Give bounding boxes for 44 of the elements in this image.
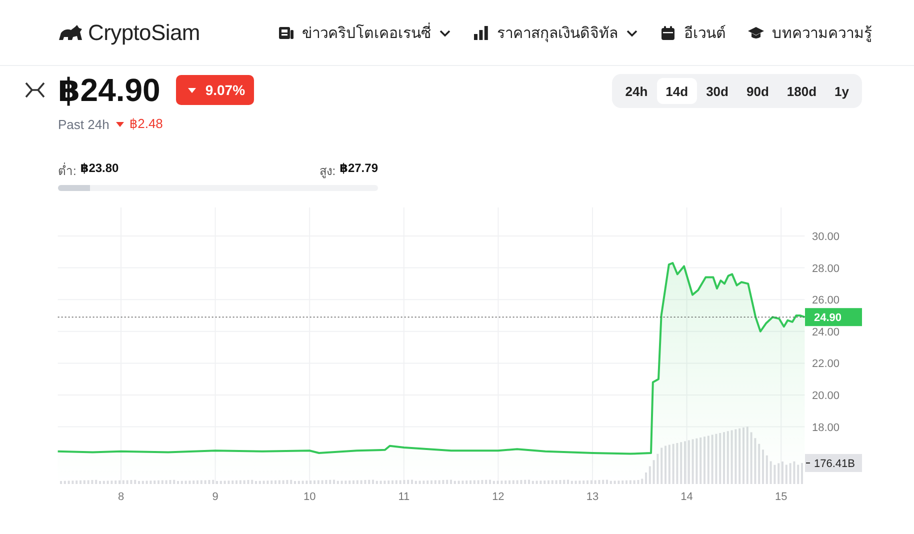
calendar-icon <box>660 24 676 40</box>
x-axis-label: 11 <box>398 491 410 503</box>
newspaper-icon <box>278 24 294 40</box>
y-axis-label: 28.00 <box>812 262 840 275</box>
bar-chart-icon <box>473 24 489 40</box>
x-axis-label: 9 <box>212 491 218 503</box>
triangle-down-icon <box>187 86 198 94</box>
y-axis-label: 24.00 <box>812 326 840 338</box>
x-axis-label: 14 <box>680 491 693 503</box>
range-tab[interactable]: 90d <box>737 78 778 104</box>
range-tab[interactable]: 180d <box>778 78 826 104</box>
price-value: ฿24.90 <box>58 71 160 109</box>
x-axis-label: 15 <box>774 491 788 503</box>
graduation-cap-icon <box>748 24 764 40</box>
x-axis-label: 12 <box>492 491 504 503</box>
price-change: ฿2.48 <box>129 116 163 132</box>
nav-item[interactable]: อีเวนต์ <box>660 20 726 44</box>
range-tab[interactable]: 14d <box>656 78 698 104</box>
x-coin-icon <box>24 81 46 99</box>
y-axis-label: 30.00 <box>812 231 840 243</box>
range-tab[interactable]: 24h <box>616 78 657 104</box>
nav-item[interactable]: ข่าวคริปโตเคอเรนซี่ <box>278 20 451 44</box>
high-value: ฿27.79 <box>340 161 378 177</box>
low-value: ฿23.80 <box>80 161 119 177</box>
range-tab[interactable]: 1y <box>826 78 858 104</box>
low-label: ต่ำ: <box>58 162 76 180</box>
triangle-down-icon <box>115 120 126 128</box>
volume-tag: 176.41B <box>805 454 862 472</box>
y-axis-label: 18.00 <box>812 422 840 434</box>
price-tag: 24.90 <box>805 308 862 326</box>
x-axis-label: 13 <box>586 491 599 503</box>
high-label: สูง: <box>319 163 336 180</box>
x-axis-label: 8 <box>118 491 124 503</box>
period-label: Past 24h <box>58 116 110 132</box>
range-tab[interactable]: 30d <box>697 78 738 104</box>
nav-item[interactable]: ราคาสกุลเงินดิจิทัล <box>473 20 638 44</box>
x-axis-label: 10 <box>303 491 316 503</box>
y-axis-label: 26.00 <box>812 294 840 307</box>
bull-logo-icon <box>58 24 84 41</box>
y-axis-label: 20.00 <box>812 390 840 402</box>
change-badge: 9.07% <box>176 75 254 105</box>
logo-text[interactable]: CryptoSiam <box>88 20 200 46</box>
nav-item[interactable]: บทความความรู้ <box>748 20 872 44</box>
y-axis-label: 22.00 <box>812 358 840 370</box>
